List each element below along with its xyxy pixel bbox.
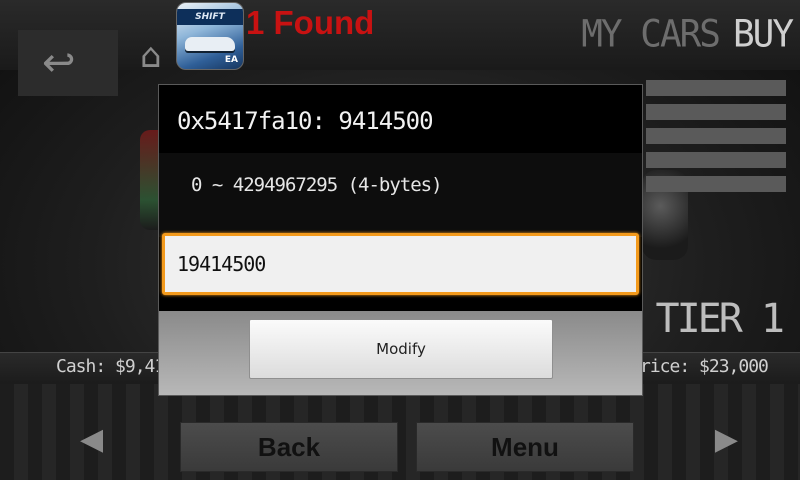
- menu-button[interactable]: Menu: [416, 422, 634, 472]
- value-range-label: 0 ~ 4294967295 (4-bytes): [191, 174, 443, 196]
- stat-bar: [646, 104, 786, 120]
- modify-button[interactable]: Modify: [249, 319, 553, 379]
- car-icon: [185, 37, 235, 51]
- game-back-tile[interactable]: ↩: [18, 30, 118, 96]
- carousel-right-arrow-icon[interactable]: ▶: [715, 422, 738, 457]
- value-input[interactable]: [162, 233, 639, 295]
- app-icon-banner: SHIFT: [177, 9, 243, 25]
- stat-bar: [646, 176, 786, 192]
- stat-bar: [646, 152, 786, 168]
- ea-logo: EA: [224, 55, 238, 65]
- car-stats-panel: [646, 80, 786, 196]
- nav-my-cars[interactable]: MY CARS: [581, 13, 721, 56]
- dialog-button-area: Modify: [159, 311, 642, 395]
- dialog-title: 0x5417fa10: 9414500: [177, 107, 434, 135]
- back-arrow-icon: ↩: [42, 40, 76, 86]
- carousel-left-arrow-icon[interactable]: ◀: [80, 422, 103, 457]
- game-home-tile[interactable]: ⌂: [140, 36, 180, 86]
- search-result-count: 1 Found: [246, 4, 375, 41]
- price-label: rice: $23,000: [640, 356, 769, 377]
- nav-buy[interactable]: BUY: [733, 13, 794, 56]
- stat-bar: [646, 80, 786, 96]
- car-carousel: [0, 384, 800, 480]
- home-icon: ⌂: [140, 36, 162, 76]
- game-nav: MY CARS BUY: [581, 13, 794, 56]
- app-icon: SHIFT EA: [176, 2, 244, 70]
- edit-value-dialog: 0x5417fa10: 9414500 0 ~ 4294967295 (4-by…: [158, 84, 643, 396]
- stat-bar: [646, 128, 786, 144]
- tier-label: TIER 1: [655, 296, 785, 342]
- back-button[interactable]: Back: [180, 422, 398, 472]
